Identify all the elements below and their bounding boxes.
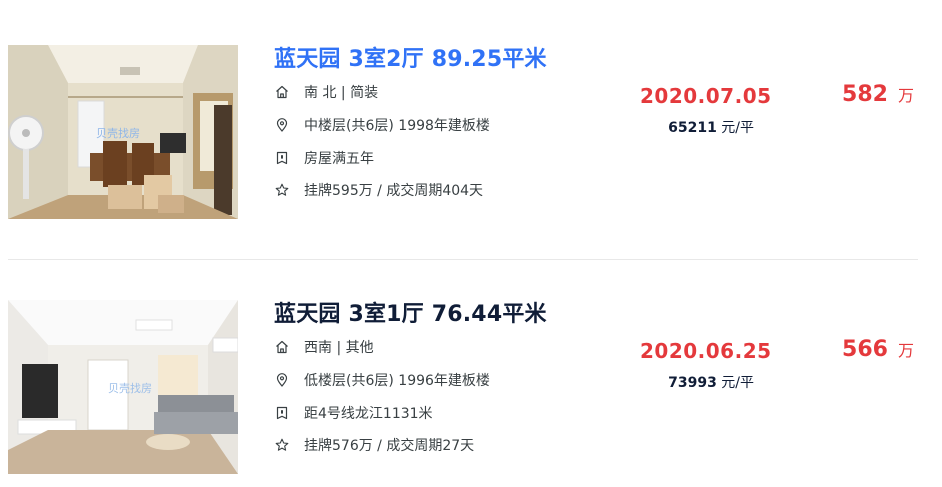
- unit-price-unit: 元/平: [721, 375, 754, 391]
- total-price-unit: 万: [897, 86, 914, 105]
- star-icon: [274, 437, 290, 453]
- tag-row: 距4号线龙江1131米: [274, 403, 433, 423]
- unit-price: 65211 元/平: [668, 117, 754, 137]
- deal-cycle-row: 挂牌576万 / 成交周期27天: [274, 435, 474, 455]
- total-price-value: 566: [842, 337, 888, 362]
- house-info-text: 西南 | 其他: [304, 340, 374, 356]
- unit-price-value: 65211: [668, 120, 717, 136]
- deal-cycle-row: 挂牌595万 / 成交周期404天: [274, 180, 483, 200]
- listing-item: 贝壳找房 蓝天园 3室1厅 76.44平米 西南 | 其他 低楼层(共6层) 1…: [0, 260, 942, 487]
- star-icon: [274, 182, 290, 198]
- listing-item: 贝壳找房 蓝天园 3室2厅 89.25平米 南 北 | 简装 中楼层(共6层) …: [0, 0, 942, 260]
- listing-title[interactable]: 蓝天园 3室1厅 76.44平米: [274, 296, 547, 328]
- unit-price: 73993 元/平: [668, 372, 754, 392]
- unit-price-value: 73993: [668, 375, 717, 391]
- deal-cycle-text: 挂牌576万 / 成交周期27天: [304, 438, 475, 454]
- house-info-row: 西南 | 其他: [274, 337, 374, 357]
- watermark: 贝壳找房: [108, 381, 152, 395]
- listing-title[interactable]: 蓝天园 3室2厅 89.25平米: [274, 41, 547, 73]
- listing-photo[interactable]: 贝壳找房: [8, 300, 238, 474]
- deal-date: 2020.07.05: [640, 84, 772, 108]
- unit-price-unit: 元/平: [721, 120, 754, 136]
- total-price: 566 万: [842, 337, 914, 362]
- house-info-text: 南 北 | 简装: [304, 85, 379, 101]
- shield-tag-icon: [274, 405, 290, 421]
- house-info-row: 南 北 | 简装: [274, 82, 378, 102]
- shield-tag-icon: [274, 150, 290, 166]
- total-price-value: 582: [842, 82, 888, 107]
- location-pin-icon: [274, 372, 290, 388]
- position-info-text: 中楼层(共6层) 1998年建板楼: [304, 118, 490, 134]
- deal-date: 2020.06.25: [640, 339, 772, 363]
- deal-cycle-text: 挂牌595万 / 成交周期404天: [304, 183, 484, 199]
- watermark: 贝壳找房: [96, 126, 140, 140]
- position-info-text: 低楼层(共6层) 1996年建板楼: [304, 373, 490, 389]
- house-icon: [274, 84, 290, 100]
- tag-text: 房屋满五年: [304, 151, 374, 167]
- position-info-row: 中楼层(共6层) 1998年建板楼: [274, 115, 490, 135]
- total-price: 582 万: [842, 82, 914, 107]
- position-info-row: 低楼层(共6层) 1996年建板楼: [274, 370, 490, 390]
- location-pin-icon: [274, 117, 290, 133]
- total-price-unit: 万: [897, 341, 914, 360]
- tag-text: 距4号线龙江1131米: [304, 406, 433, 422]
- tag-row: 房屋满五年: [274, 148, 374, 168]
- listing-photo[interactable]: 贝壳找房: [8, 45, 238, 219]
- house-icon: [274, 339, 290, 355]
